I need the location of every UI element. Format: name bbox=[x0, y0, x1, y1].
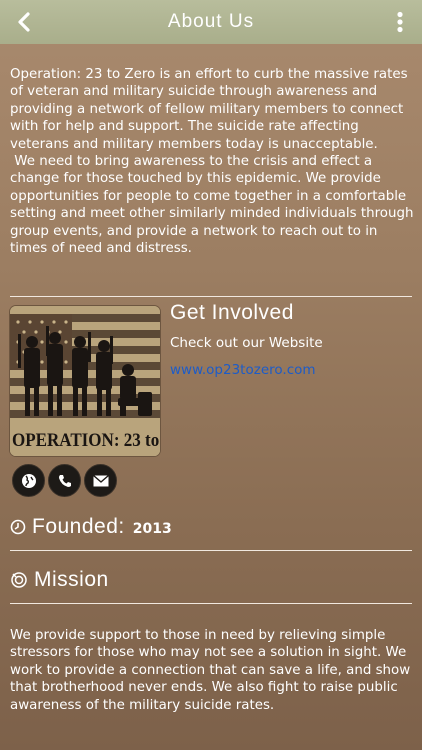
divider bbox=[10, 296, 412, 297]
mission-text: We provide support to those in need by r… bbox=[10, 628, 411, 713]
mission-label: Mission bbox=[34, 568, 109, 591]
contact-actions bbox=[12, 464, 117, 497]
top-bar: About Us bbox=[0, 0, 422, 44]
divider bbox=[10, 550, 412, 551]
email-button[interactable] bbox=[84, 464, 117, 497]
phone-icon bbox=[58, 474, 71, 487]
founded-value: 2013 bbox=[132, 521, 172, 537]
get-involved-title: Get Involved bbox=[170, 301, 294, 324]
page-title: About Us bbox=[167, 11, 255, 32]
website-link[interactable]: www.op23tozero.com bbox=[170, 362, 316, 378]
call-button[interactable] bbox=[48, 464, 81, 497]
back-button[interactable] bbox=[8, 6, 40, 38]
globe-icon bbox=[21, 473, 36, 488]
more-vertical-icon bbox=[397, 11, 403, 33]
target-icon bbox=[11, 572, 27, 588]
clock-icon bbox=[10, 519, 26, 535]
more-menu-button[interactable] bbox=[384, 6, 416, 38]
flag-soldiers-graphic: OPERATION: 23 to 0 bbox=[10, 306, 160, 456]
founded-row: Founded: 2013 bbox=[10, 515, 172, 539]
logo-text: OPERATION: 23 to 0 bbox=[12, 430, 160, 451]
intro-text: Operation: 23 to Zero is an effort to cu… bbox=[10, 67, 414, 257]
chevron-left-icon bbox=[18, 12, 30, 32]
organization-logo: OPERATION: 23 to 0 bbox=[10, 306, 160, 456]
get-involved-subtitle: Check out our Website bbox=[170, 335, 323, 351]
website-button[interactable] bbox=[12, 464, 45, 497]
mail-icon bbox=[92, 474, 109, 486]
mission-row: Mission bbox=[10, 568, 109, 592]
divider bbox=[10, 603, 412, 604]
founded-label: Founded: bbox=[32, 515, 125, 538]
